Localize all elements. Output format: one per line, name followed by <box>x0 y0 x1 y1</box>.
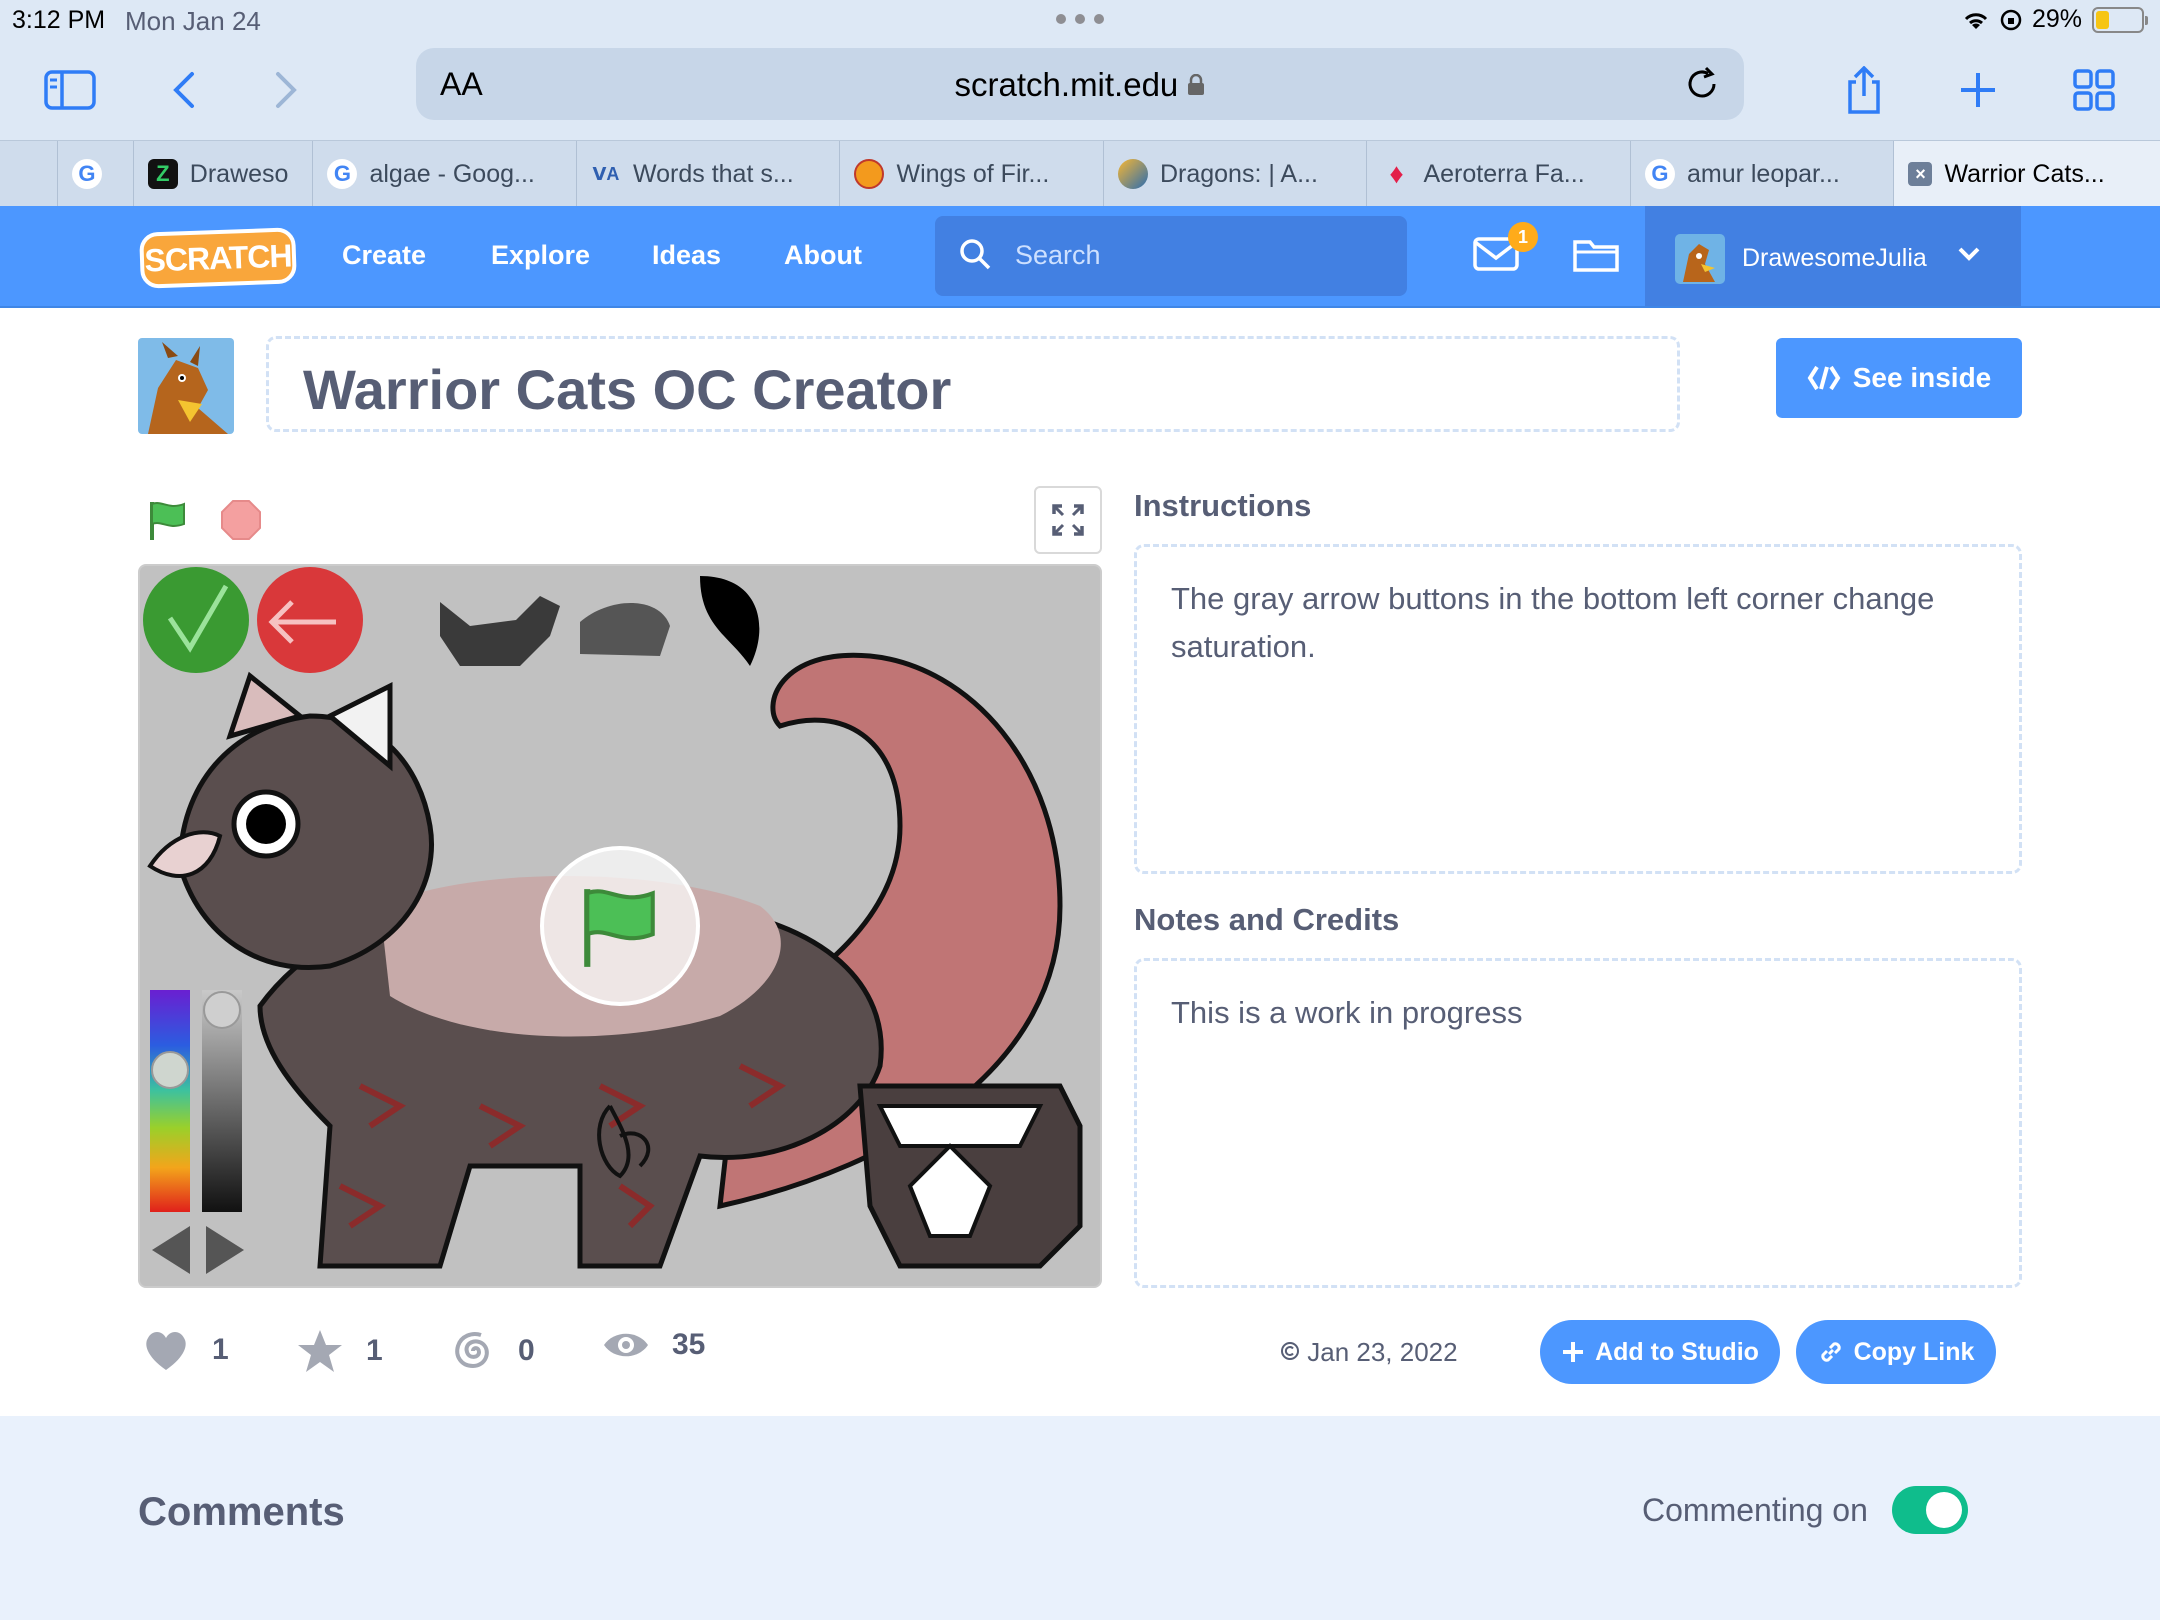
google-icon: G <box>327 159 358 189</box>
instructions-heading: Instructions <box>1134 488 1312 523</box>
saturation-right-arrow <box>206 1226 244 1274</box>
drawesome-icon: Z <box>147 159 178 189</box>
search-placeholder: Search <box>1015 240 1101 270</box>
battery-percent: 29% <box>2031 5 2082 33</box>
scratch-logo[interactable]: SCRATCH <box>139 227 297 289</box>
eye-icon <box>604 1333 648 1357</box>
saturation-left-arrow <box>152 1226 190 1274</box>
instructions-text: The gray arrow buttons in the bottom lef… <box>1171 581 1935 664</box>
comments-heading: Comments <box>138 1490 345 1534</box>
views-stat: 35 <box>602 1328 705 1362</box>
favorite-stat[interactable]: 1 <box>296 1328 383 1374</box>
tab-dragons[interactable]: Dragons: | A... <box>1104 141 1368 207</box>
orientation-lock-icon <box>2000 9 2022 30</box>
avatar <box>1675 234 1725 284</box>
copyright-icon <box>1281 1342 1299 1360</box>
heart-icon <box>146 1332 186 1370</box>
stop-sign-icon[interactable] <box>220 499 262 541</box>
notes-heading: Notes and Credits <box>1134 902 1400 937</box>
tab-amur-leopard[interactable]: G amur leopar... <box>1631 141 1895 207</box>
status-right: 29% <box>1962 5 2148 34</box>
google-icon: G <box>1644 159 1675 189</box>
see-inside-button[interactable]: See inside <box>1776 338 2022 418</box>
status-time: 3:12 PM <box>12 6 106 34</box>
remix-spiral-icon <box>455 1332 489 1369</box>
copy-link-button[interactable]: Copy Link <box>1796 1320 1996 1384</box>
commenting-toggle-label: Commenting on <box>1642 1492 1868 1528</box>
battery-icon <box>2092 6 2148 33</box>
tab-algae[interactable]: G algae - Goog... <box>313 141 577 207</box>
account-menu[interactable]: DrawesomeJulia <box>1645 206 2021 306</box>
commenting-toggle[interactable] <box>1892 1486 1968 1534</box>
plus-icon <box>1563 1342 1584 1362</box>
tab-wings[interactable]: Wings of Fir... <box>840 141 1104 207</box>
fullscreen-button[interactable] <box>1034 486 1102 554</box>
tab-google[interactable]: G <box>58 141 134 207</box>
dictionary-icon: ᐯA <box>592 163 620 184</box>
love-stat[interactable]: 1 <box>142 1328 229 1372</box>
notes-text: This is a work in progress <box>1171 995 1523 1030</box>
nav-about[interactable]: About <box>784 240 862 271</box>
scratch-navbar: SCRATCH Create Explore Ideas About Searc… <box>0 206 2160 308</box>
google-icon: G <box>71 159 102 189</box>
see-inside-icon <box>1807 365 1841 391</box>
project-title-field[interactable]: Warrior Cats OC Creator <box>266 336 1680 432</box>
shape-preview-sprite <box>580 602 670 656</box>
tab-words[interactable]: ᐯA Words that s... <box>577 141 841 207</box>
username: DrawesomeJulia <box>1742 244 1927 272</box>
tab-overview-icon[interactable] <box>2066 62 2122 118</box>
comments-section: Comments Commenting on <box>0 1416 2160 1620</box>
tab-drawesome[interactable]: Z Draweso <box>134 141 314 207</box>
sidebar-toggle-icon[interactable] <box>42 62 98 118</box>
tab-strip: G Z Draweso G algae - Goog... ᐯA Words t… <box>0 140 2160 207</box>
message-count-badge: 1 <box>1508 222 1538 252</box>
dragons-icon <box>1117 159 1148 189</box>
address-bar[interactable]: AA scratch.mit.edu <box>416 48 1744 120</box>
browser-toolbar: AA scratch.mit.edu <box>0 40 2160 140</box>
reload-icon[interactable] <box>1682 64 1722 104</box>
start-green-flag-button[interactable] <box>540 846 700 1006</box>
nav-ideas[interactable]: Ideas <box>652 240 721 271</box>
multitasking-dots-icon[interactable] <box>1056 14 1104 26</box>
search-icon <box>960 239 991 270</box>
fullscreen-icon <box>1052 504 1084 536</box>
instructions-box: The gray arrow buttons in the bottom lef… <box>1134 544 2022 874</box>
tab-warrior-cats[interactable]: × Warrior Cats... <box>1894 141 2160 207</box>
hair-preview-sprite <box>700 576 760 666</box>
tab-aeroterra[interactable]: ♦ Aeroterra Fa... <box>1367 141 1631 207</box>
add-to-studio-button[interactable]: Add to Studio <box>1540 1320 1780 1384</box>
confirm-check-icon <box>143 567 249 673</box>
wifi-icon <box>1964 12 1988 29</box>
project-author-avatar[interactable] <box>138 338 234 434</box>
chevron-down-icon <box>1958 247 1980 261</box>
search-input[interactable]: Search <box>935 216 1407 296</box>
lock-icon <box>1188 73 1205 95</box>
project-title: Warrior Cats OC Creator <box>303 358 952 421</box>
my-stuff-folder-icon[interactable] <box>1572 234 1620 274</box>
pattern-preview-sprite <box>440 596 560 666</box>
share-icon[interactable] <box>1836 62 1892 118</box>
green-flag-icon <box>584 889 655 967</box>
green-flag-icon[interactable] <box>146 498 190 542</box>
shared-date: Jan 23, 2022 <box>1280 1337 1458 1368</box>
new-tab-icon[interactable] <box>1950 62 2006 118</box>
close-tab-icon[interactable]: × <box>1908 162 1933 186</box>
fandom-flame-icon: ♦ <box>1389 158 1404 189</box>
status-bar: 3:12 PM Mon Jan 24 29% <box>0 0 2160 40</box>
star-icon <box>298 1330 342 1372</box>
status-date: Mon Jan 24 <box>125 6 261 36</box>
notes-box: This is a work in progress <box>1134 958 2022 1288</box>
url-text: scratch.mit.edu <box>416 66 1744 104</box>
tab-pinned-edge[interactable] <box>0 141 58 207</box>
remix-stat: 0 <box>450 1328 535 1374</box>
nav-create[interactable]: Create <box>342 240 426 271</box>
forward-icon[interactable] <box>258 62 314 118</box>
nav-explore[interactable]: Explore <box>491 240 590 271</box>
wings-of-fire-icon <box>854 159 885 189</box>
link-icon <box>1820 1342 1841 1362</box>
player-controls <box>146 498 262 542</box>
back-icon[interactable] <box>156 62 212 118</box>
